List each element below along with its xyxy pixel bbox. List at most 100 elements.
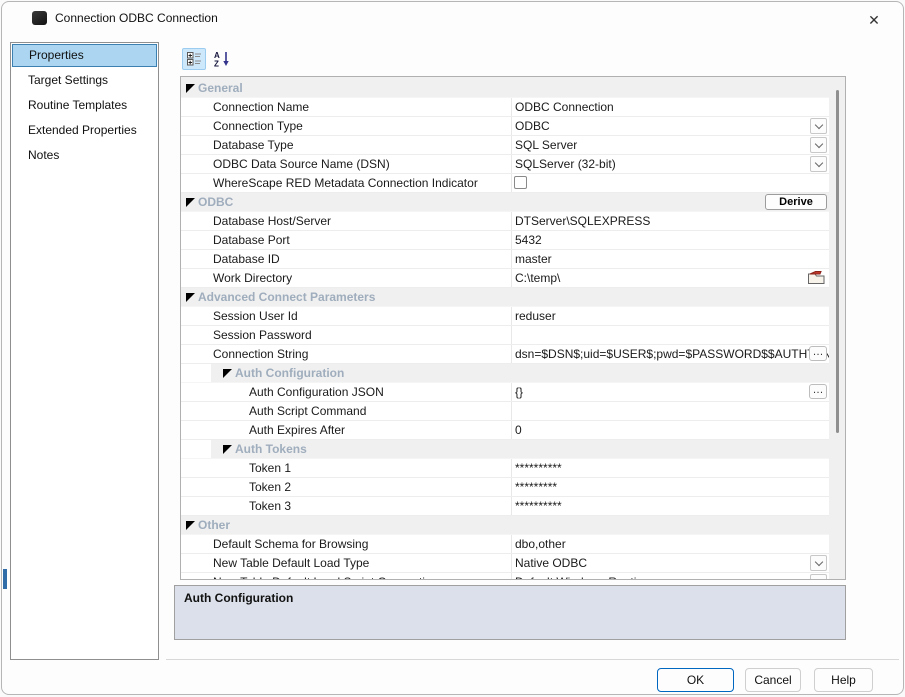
dropdown-button[interactable] bbox=[810, 137, 827, 153]
property-value bbox=[511, 326, 829, 344]
property-name: Token 2 bbox=[249, 480, 292, 494]
property-row-new-table-default-load-type[interactable]: New Table Default Load Type Native ODBC bbox=[181, 554, 829, 573]
property-row-wherescape-red-metadata-connection-indicator[interactable]: WhereScape RED Metadata Connection Indic… bbox=[181, 174, 829, 193]
property-row-auth-script-command[interactable]: Auth Script Command bbox=[181, 402, 829, 421]
property-value: SQL Server bbox=[511, 136, 829, 154]
chevron-down-icon bbox=[814, 576, 823, 579]
property-name: Auth Expires After bbox=[249, 423, 346, 437]
property-row-auth-expires-after[interactable]: Auth Expires After 0 bbox=[181, 421, 829, 440]
titlebar: Connection ODBC Connection ✕ bbox=[2, 2, 903, 38]
property-value: dbo,other bbox=[511, 535, 829, 553]
derive-button[interactable]: Derive bbox=[765, 194, 827, 210]
sidebar-item-notes[interactable]: Notes bbox=[11, 143, 158, 168]
close-icon[interactable]: ✕ bbox=[859, 8, 889, 32]
sidebar-item-extended-properties[interactable]: Extended Properties bbox=[11, 118, 158, 143]
category-label: General bbox=[198, 81, 243, 95]
property-name: New Table Default Load Type bbox=[213, 556, 370, 570]
property-row-token-3[interactable]: Token 3 ********** bbox=[181, 497, 829, 516]
footer-separator bbox=[166, 659, 899, 660]
property-name: Default Schema for Browsing bbox=[213, 537, 369, 551]
scrollbar-thumb[interactable] bbox=[836, 90, 839, 433]
property-value: ********** bbox=[511, 497, 829, 515]
property-row-database-port[interactable]: Database Port 5432 bbox=[181, 231, 829, 250]
dropdown-button[interactable] bbox=[810, 574, 827, 579]
categorized-view-button[interactable] bbox=[182, 48, 206, 70]
property-name: Auth Configuration JSON bbox=[249, 385, 384, 399]
property-value bbox=[511, 402, 829, 420]
sidebar-item-target-settings[interactable]: Target Settings bbox=[11, 68, 158, 93]
property-value bbox=[511, 174, 829, 192]
property-row-token-1[interactable]: Token 1 ********** bbox=[181, 459, 829, 478]
property-row-token-2[interactable]: Token 2 ********* bbox=[181, 478, 829, 497]
property-name: Token 3 bbox=[249, 499, 292, 513]
dropdown-button[interactable] bbox=[810, 118, 827, 134]
app-icon bbox=[32, 11, 47, 25]
categorized-icon bbox=[183, 52, 205, 66]
browse-folder-button[interactable] bbox=[807, 270, 827, 286]
property-value: reduser bbox=[511, 307, 829, 325]
expander-triangle-icon[interactable] bbox=[223, 445, 232, 454]
category-auth-tokens[interactable]: Auth Tokens bbox=[181, 440, 829, 459]
category-odbc[interactable]: ODBC Derive bbox=[181, 193, 829, 212]
category-other[interactable]: Other bbox=[181, 516, 829, 535]
property-name: Connection Name bbox=[213, 100, 310, 114]
sidebar-item-routine-templates[interactable]: Routine Templates bbox=[11, 93, 158, 118]
property-name: Token 1 bbox=[249, 461, 292, 475]
property-row-odbc-data-source-name-dsn[interactable]: ODBC Data Source Name (DSN) SQLServer (32… bbox=[181, 155, 829, 174]
property-row-work-directory[interactable]: Work Directory C:\temp\ bbox=[181, 269, 829, 288]
expander-triangle-icon[interactable] bbox=[223, 369, 232, 378]
property-row-connection-string[interactable]: Connection String dsn=$DSN$;uid=$USER$;pw… bbox=[181, 345, 829, 364]
expander-triangle-icon[interactable] bbox=[186, 198, 195, 207]
property-row-session-user-id[interactable]: Session User Id reduser bbox=[181, 307, 829, 326]
property-row-new-table-default-load-script-connection[interactable]: New Table Default Load Script Connection… bbox=[181, 573, 829, 579]
expander-triangle-icon[interactable] bbox=[186, 293, 195, 302]
property-value: 0 bbox=[511, 421, 829, 439]
sidebar-list: Properties Target Settings Routine Templat… bbox=[11, 44, 158, 168]
sidebar-item-properties[interactable]: Properties bbox=[12, 44, 157, 67]
property-name: New Table Default Load Script Connection bbox=[181, 573, 511, 579]
property-name: Database Port bbox=[213, 233, 290, 247]
window-title: Connection ODBC Connection bbox=[55, 11, 218, 25]
property-name: ODBC Data Source Name (DSN) bbox=[213, 157, 390, 171]
property-row-auth-configuration-json[interactable]: Auth Configuration JSON {}… bbox=[181, 383, 829, 402]
category-label: Other bbox=[198, 518, 231, 532]
dialog-window: Connection ODBC Connection ✕ Properties T… bbox=[1, 1, 904, 695]
category-label: Auth Tokens bbox=[235, 442, 307, 456]
expander-triangle-icon[interactable] bbox=[186, 521, 195, 530]
ellipsis-button[interactable]: … bbox=[809, 346, 827, 361]
ellipsis-button[interactable]: … bbox=[809, 384, 827, 399]
cancel-button[interactable]: Cancel bbox=[745, 668, 801, 692]
property-row-database-type[interactable]: Database Type SQL Server bbox=[181, 136, 829, 155]
sort-alphabetical-button[interactable]: A Z bbox=[210, 48, 234, 70]
category-advanced-connect-parameters[interactable]: Advanced Connect Parameters bbox=[181, 288, 829, 307]
property-value: ********* bbox=[511, 478, 829, 496]
property-value: ODBC Connection bbox=[511, 98, 829, 116]
dropdown-button[interactable] bbox=[810, 555, 827, 571]
checkbox[interactable] bbox=[514, 176, 527, 189]
property-row-connection-type[interactable]: Connection Type ODBC bbox=[181, 117, 829, 136]
property-name: Session Password bbox=[213, 328, 312, 342]
sidebar: Properties Target Settings Routine Templat… bbox=[10, 42, 159, 660]
property-value: C:\temp\ bbox=[511, 269, 829, 287]
expander-triangle-icon[interactable] bbox=[186, 84, 195, 93]
chevron-down-icon bbox=[814, 120, 823, 130]
ok-button[interactable]: OK bbox=[657, 668, 734, 692]
property-value: dsn=$DSN$;uid=$USER$;pwd=$PASSWORD$$AUTH… bbox=[511, 345, 829, 363]
property-value: 5432 bbox=[511, 231, 829, 249]
category-label: ODBC bbox=[198, 195, 234, 209]
category-label: Auth Configuration bbox=[235, 366, 345, 380]
property-row-session-password[interactable]: Session Password bbox=[181, 326, 829, 345]
property-row-connection-name[interactable]: Connection Name ODBC Connection bbox=[181, 98, 829, 117]
property-value: ODBC bbox=[511, 117, 829, 135]
property-row-default-schema-for-browsing[interactable]: Default Schema for Browsing dbo,other bbox=[181, 535, 829, 554]
property-row-database-id[interactable]: Database ID master bbox=[181, 250, 829, 269]
category-auth-configuration[interactable]: Auth Configuration bbox=[181, 364, 829, 383]
chevron-down-icon bbox=[814, 139, 823, 149]
property-name: Session User Id bbox=[213, 309, 298, 323]
help-button[interactable]: Help bbox=[814, 668, 873, 692]
property-row-database-host-server[interactable]: Database Host/Server DTServer\SQLEXPRESS bbox=[181, 212, 829, 231]
dropdown-button[interactable] bbox=[810, 156, 827, 172]
category-general[interactable]: General bbox=[181, 79, 829, 98]
property-value: Native ODBC bbox=[511, 554, 829, 572]
property-value: ********** bbox=[511, 459, 829, 477]
